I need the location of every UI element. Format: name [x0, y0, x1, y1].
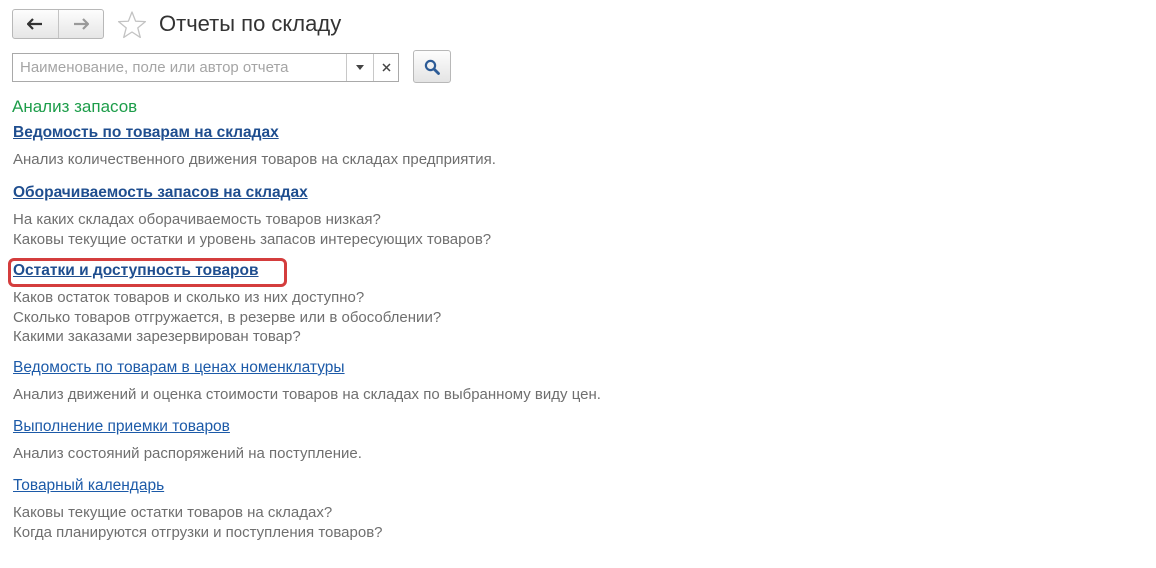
report-description: Анализ состояний распоряжений на поступл… — [13, 445, 362, 462]
search-history-dropdown[interactable] — [346, 54, 373, 81]
report-item: Остатки и доступность товаров Каков оста… — [13, 261, 441, 347]
page-title: Отчеты по складу — [159, 11, 342, 36]
report-description: Каковы текущие остатки товаров на склада… — [13, 504, 333, 521]
report-item: Ведомость по товарам в ценах номенклатур… — [13, 358, 601, 405]
triangle-down-icon — [356, 65, 364, 70]
close-icon — [381, 63, 391, 72]
report-link[interactable]: Выполнение приемки товаров — [13, 417, 230, 437]
favorite-button[interactable] — [116, 9, 148, 41]
forward-button[interactable] — [57, 10, 104, 38]
report-description: На каких складах оборачиваемость товаров… — [13, 211, 381, 228]
report-link[interactable]: Оборачиваемость запасов на складах — [13, 183, 308, 203]
report-description: Когда планируются отгрузки и поступления… — [13, 523, 383, 541]
navigation-buttons — [12, 9, 104, 39]
arrow-right-icon — [73, 18, 89, 30]
report-description: Анализ количественного движения товаров … — [13, 151, 496, 168]
report-link[interactable]: Ведомость по товарам в ценах номенклатур… — [13, 358, 345, 378]
report-description: Каковы текущие остатки и уровень запасов… — [13, 230, 492, 248]
report-item: Товарный календарь Каковы текущие остатк… — [13, 476, 383, 542]
reports-page: Отчеты по складу Анализ запасов Ведомост… — [0, 0, 1156, 568]
report-description: Анализ движений и оценка стоимости товар… — [13, 386, 601, 403]
report-link[interactable]: Остатки и доступность товаров — [13, 261, 259, 281]
search-button[interactable] — [413, 50, 451, 83]
section-title: Анализ запасов — [12, 97, 138, 116]
report-item: Выполнение приемки товаров Анализ состоя… — [13, 417, 362, 464]
arrow-left-icon — [27, 18, 43, 30]
search-input[interactable] — [13, 54, 346, 81]
magnifier-icon — [424, 59, 440, 75]
report-item: Оборачиваемость запасов на складах На ка… — [13, 183, 491, 249]
report-link[interactable]: Товарный календарь — [13, 476, 164, 496]
report-description: Какими заказами зарезервирован товар? — [13, 328, 301, 345]
report-description: Сколько товаров отгружается, в резерве и… — [13, 308, 442, 326]
star-icon — [117, 11, 147, 39]
back-button[interactable] — [13, 10, 58, 38]
search-field — [12, 53, 399, 82]
search-clear-button[interactable] — [373, 54, 398, 81]
report-description: Каков остаток товаров и сколько из них д… — [13, 289, 365, 306]
report-item: Ведомость по товарам на складах Анализ к… — [13, 123, 496, 170]
report-link[interactable]: Ведомость по товарам на складах — [13, 123, 279, 143]
